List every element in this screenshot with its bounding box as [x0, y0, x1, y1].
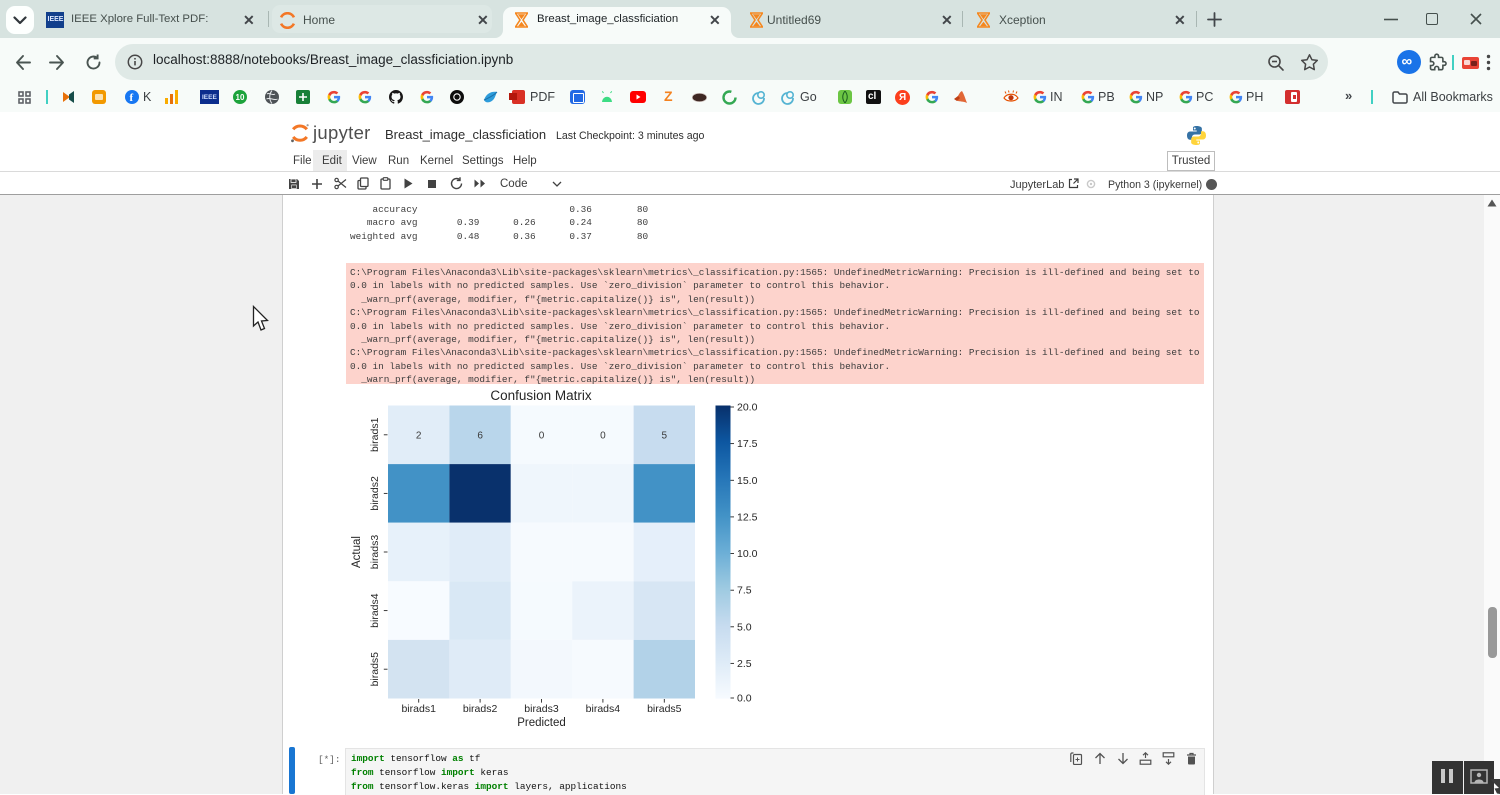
- svg-text:6: 6: [477, 430, 483, 441]
- svg-text:2: 2: [416, 430, 422, 441]
- svg-text:12.5: 12.5: [737, 511, 758, 523]
- svg-text:birads2: birads2: [369, 476, 381, 511]
- svg-text:birads2: birads2: [463, 703, 498, 715]
- svg-text:0: 0: [539, 430, 545, 441]
- svg-text:birads4: birads4: [586, 703, 621, 715]
- svg-text:2.5: 2.5: [737, 658, 752, 670]
- svg-text:birads5: birads5: [369, 652, 381, 687]
- svg-text:0.0: 0.0: [737, 693, 752, 705]
- svg-text:birads4: birads4: [369, 593, 381, 628]
- svg-text:birads3: birads3: [369, 535, 381, 570]
- svg-text:0: 0: [600, 430, 606, 441]
- svg-text:birads1: birads1: [369, 417, 381, 452]
- svg-text:birads5: birads5: [647, 703, 682, 715]
- svg-text:Actual: Actual: [351, 536, 363, 568]
- svg-text:5.0: 5.0: [737, 621, 752, 633]
- svg-text:17.5: 17.5: [737, 438, 758, 450]
- svg-text:5: 5: [662, 430, 668, 441]
- svg-text:Predicted: Predicted: [517, 717, 566, 729]
- svg-text:7.5: 7.5: [737, 585, 752, 597]
- svg-text:Confusion Matrix: Confusion Matrix: [490, 388, 592, 403]
- svg-text:10.0: 10.0: [737, 548, 758, 560]
- svg-text:birads3: birads3: [524, 703, 559, 715]
- svg-text:20.0: 20.0: [737, 402, 758, 414]
- svg-text:15.0: 15.0: [737, 475, 758, 487]
- svg-text:birads1: birads1: [401, 703, 436, 715]
